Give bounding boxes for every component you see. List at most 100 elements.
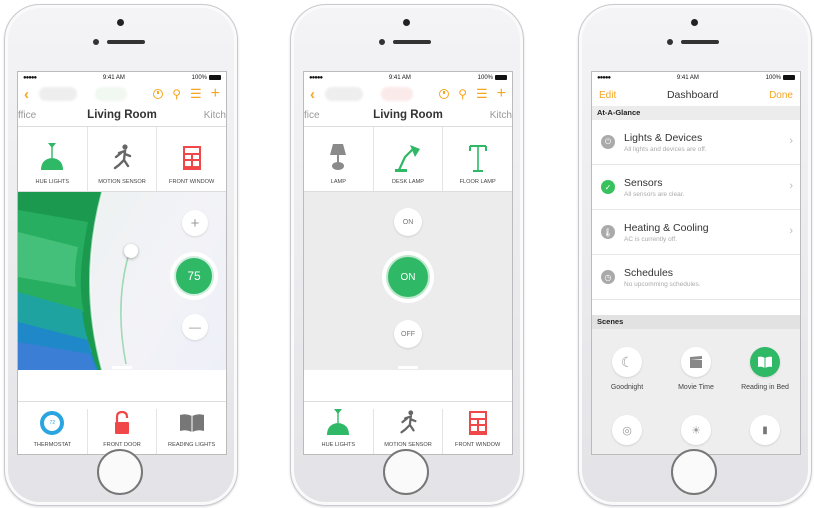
device-motion-sensor[interactable]: MOTION SENSOR (88, 127, 158, 191)
back-icon[interactable]: ‹ (24, 86, 29, 103)
suitcase-icon: ▮ (750, 415, 780, 445)
device-reading-lights[interactable]: READING LIGHTS (157, 409, 226, 454)
battery-indicator: 100% (478, 74, 507, 81)
thermostat-icon: 72 (40, 409, 65, 437)
device-lamp[interactable]: LAMP (304, 127, 374, 191)
thermostat-badge: 72 (44, 415, 61, 431)
device-front-door[interactable]: FRONT DOOR (88, 409, 158, 454)
power-toggle[interactable]: ON (382, 251, 434, 303)
device-desk-lamp[interactable]: DESK LAMP (373, 127, 444, 191)
on-button[interactable]: ON (394, 208, 422, 236)
scene-movie-time[interactable]: Movie Time (663, 347, 729, 391)
walking-person-icon (397, 409, 419, 437)
search-icon[interactable]: ⚲ (458, 87, 467, 101)
battery-icon (209, 74, 221, 80)
proximity-sensor (403, 19, 410, 26)
glance-row-sensors[interactable]: ✓ Sensors All sensors are clear. › (592, 165, 800, 210)
device-motion-sensor[interactable]: MOTION SENSOR (374, 409, 444, 454)
bottom-device-row: 72 THERMOSTAT FRONT DOOR READING LIGHTS (18, 401, 226, 454)
off-button[interactable]: OFF (394, 320, 422, 348)
screen: ●●●●● 9:41 AM 100% ‹ ⚲ ☰ + fice Living R… (303, 71, 513, 455)
list-icon[interactable]: ☰ (190, 86, 202, 102)
check-icon: ✓ (601, 180, 615, 194)
drag-handle[interactable] (112, 366, 132, 369)
proximity-sensor (691, 19, 698, 26)
glance-row-schedules[interactable]: ◷ Schedules No upcomming schedules. (592, 255, 800, 300)
battery-indicator: 100% (192, 74, 221, 81)
slider-knob[interactable] (124, 244, 138, 258)
window-icon (182, 142, 201, 174)
list-icon[interactable]: ☰ (476, 86, 488, 102)
glance-row-lights[interactable]: ⏻ Lights & Devices All lights and devices… (592, 120, 800, 165)
scene-label: Movie Time (678, 384, 714, 391)
home-button[interactable] (671, 449, 717, 495)
drag-handle[interactable] (398, 366, 418, 369)
status-bar: ●●●●● 9:41 AM 100% (304, 72, 512, 84)
scene-goodnight[interactable]: ☾ Goodnight (594, 347, 660, 391)
home-selector[interactable] (39, 87, 77, 101)
chevron-right-icon: › (789, 135, 793, 147)
device-label: HUE LIGHTS (35, 179, 70, 185)
scene-reading-in-bed[interactable]: Reading in Bed (732, 347, 798, 391)
glance-row-heating[interactable]: 🌡 Heating & Cooling AC is currently off. … (592, 210, 800, 255)
pendant-lamp-icon (325, 409, 351, 437)
device-thermostat[interactable]: 72 THERMOSTAT (18, 409, 88, 454)
screen: ●●●●● 9:41 AM 100% Edit Dashboard Done A… (591, 71, 801, 455)
value-readout: 75 (174, 256, 214, 296)
scene-dining[interactable]: ◎ (594, 415, 660, 445)
device-hue-lights[interactable]: HUE LIGHTS (18, 127, 88, 191)
bottom-device-row: HUE LIGHTS MOTION SENSOR FRONT WINDOW (304, 401, 512, 454)
plate-icon: ◎ (612, 415, 642, 445)
row-subtitle: All lights and devices are off. (624, 145, 707, 153)
scene-morning[interactable]: ☀ (663, 415, 729, 445)
device-label: FRONT WINDOW (169, 179, 215, 185)
timer-button[interactable] (439, 89, 450, 99)
edit-button[interactable]: Edit (599, 90, 616, 101)
device-hue-lights[interactable]: HUE LIGHTS (304, 409, 374, 454)
power-panel: ON ON OFF (304, 192, 512, 370)
current-room: Living Room (373, 109, 443, 121)
chevron-right-icon: › (789, 180, 793, 192)
front-camera (93, 39, 99, 45)
battery-icon (495, 74, 507, 80)
scenes-section: Scenes ☾ Goodnight Movie Time Reading in… (592, 315, 800, 454)
home-button[interactable] (97, 449, 143, 495)
page-title: Dashboard (666, 89, 719, 101)
device-floor-lamp[interactable]: FLOOR LAMP (443, 127, 512, 191)
search-icon[interactable]: ⚲ (172, 87, 181, 101)
device-label: DESK LAMP (391, 179, 425, 185)
scene-away[interactable]: ▮ (732, 415, 798, 445)
home-selector[interactable] (325, 87, 363, 101)
book-icon (179, 409, 205, 437)
value-dial[interactable]: 75 (170, 252, 218, 300)
toolbar: ‹ ⚲ ☰ + (304, 84, 512, 104)
book-icon (750, 347, 780, 377)
earpiece-speaker (107, 40, 145, 44)
device-front-window[interactable]: FRONT WINDOW (157, 127, 226, 191)
timer-button[interactable] (153, 89, 164, 99)
phone-hue-lights: ●●●●● 9:41 AM 100% ‹ ⚲ ☰ + ffice Living … (4, 4, 238, 506)
home-button[interactable] (383, 449, 429, 495)
power-state: ON (386, 255, 430, 299)
front-camera (667, 39, 673, 45)
room-selector[interactable]: fice Living Room Kitch (304, 104, 512, 127)
front-camera (379, 39, 385, 45)
add-icon[interactable]: + (211, 85, 220, 103)
increase-button[interactable]: + (182, 210, 208, 236)
battery-indicator: 100% (766, 74, 795, 81)
row-title: Lights & Devices (624, 131, 703, 144)
signal-indicator: ●●●●● (597, 75, 611, 81)
device-label: FRONT WINDOW (455, 442, 501, 448)
back-icon[interactable]: ‹ (310, 86, 315, 103)
scene-label: Reading in Bed (741, 384, 789, 391)
device-front-window[interactable]: FRONT WINDOW (443, 409, 512, 454)
room-selector[interactable]: ffice Living Room Kitch (18, 104, 226, 127)
thermometer-icon: 🌡 (601, 225, 615, 239)
device-label: FRONT DOOR (103, 442, 141, 448)
row-subtitle: AC is currently off. (624, 235, 677, 243)
done-button[interactable]: Done (769, 90, 793, 101)
decrease-button[interactable]: — (182, 314, 208, 340)
brightness-panel: + 75 — (18, 192, 226, 370)
power-icon: ⏻ (601, 135, 615, 149)
add-icon[interactable]: + (497, 85, 506, 103)
